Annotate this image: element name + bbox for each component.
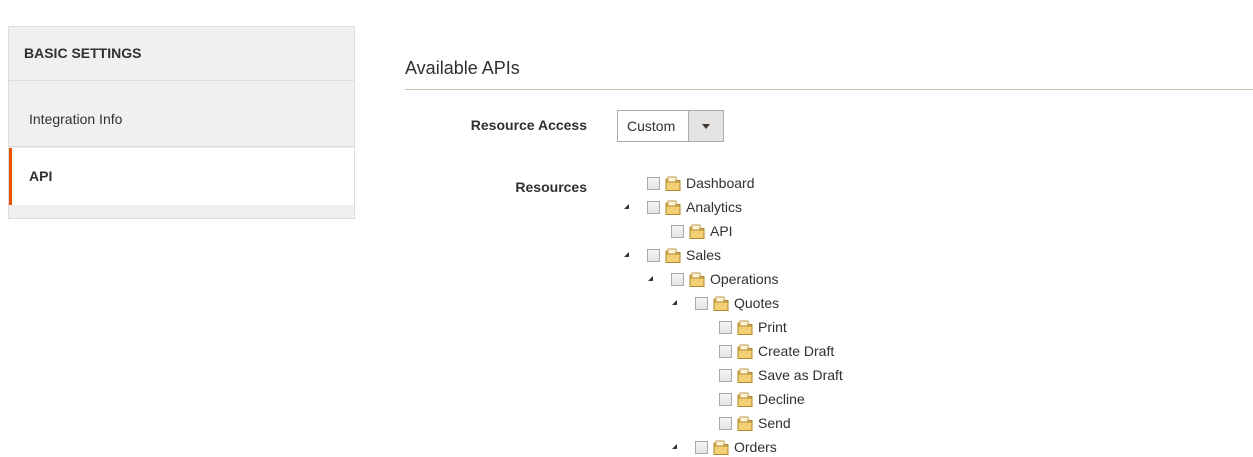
tree-node-analytics[interactable]: Analytics [647, 197, 742, 217]
checkbox[interactable] [719, 320, 732, 334]
tree-node-label: Operations [710, 271, 779, 287]
checkbox[interactable] [647, 200, 660, 214]
folder-icon [689, 224, 705, 239]
tree-node-dashboard[interactable]: Dashboard [647, 173, 755, 193]
checkbox[interactable] [671, 272, 684, 286]
tree-node-decline[interactable]: Decline [719, 389, 805, 409]
sidebar-heading: BASIC SETTINGS [9, 27, 354, 81]
tree-node-quotes[interactable]: Quotes [695, 293, 779, 313]
folder-icon [737, 416, 753, 431]
tree-node-label: Analytics [686, 199, 743, 215]
caret-down-icon [702, 123, 710, 129]
tree-node-label: Sales [686, 247, 722, 263]
folder-icon [713, 440, 729, 455]
collapse-toggle-icon[interactable] [672, 444, 677, 449]
tree-node-label: Print [758, 319, 787, 335]
folder-icon [665, 176, 681, 191]
resource-access-value: Custom [627, 118, 676, 134]
tree-node-label: Decline [758, 391, 805, 407]
checkbox[interactable] [719, 368, 732, 382]
tree-node-api[interactable]: API [671, 221, 733, 241]
collapse-toggle-icon[interactable] [672, 300, 677, 305]
collapse-toggle-icon[interactable] [624, 204, 629, 209]
folder-icon [737, 344, 753, 359]
tree-node-label: Create Draft [758, 343, 835, 359]
folder-icon [689, 272, 705, 287]
tree-node-create-draft[interactable]: Create Draft [719, 341, 834, 361]
checkbox[interactable] [671, 224, 684, 238]
folder-icon [665, 200, 681, 215]
tree-node-save-as-draft[interactable]: Save as Draft [719, 365, 843, 385]
folder-icon [713, 296, 729, 311]
sidebar-item-integration-info[interactable]: Integration Info [9, 81, 354, 147]
folder-icon [665, 248, 681, 263]
tree-node-print[interactable]: Print [719, 317, 787, 337]
tree-node-label: Save as Draft [758, 367, 843, 383]
checkbox[interactable] [719, 392, 732, 406]
tree-node-sales[interactable]: Sales [647, 245, 721, 265]
checkbox[interactable] [695, 440, 708, 454]
settings-sidebar: BASIC SETTINGS Integration Info API [8, 26, 355, 219]
resource-access-label: Resource Access [470, 117, 587, 133]
tree-node-label: API [710, 223, 733, 239]
folder-icon [737, 368, 753, 383]
resource-access-select[interactable]: Custom [617, 110, 724, 142]
tree-node-operations[interactable]: Operations [671, 269, 778, 289]
resources-label: Resources [515, 179, 587, 195]
folder-icon [737, 392, 753, 407]
checkbox[interactable] [647, 248, 660, 262]
dropdown-button[interactable] [688, 111, 723, 141]
section-title: Available APIs [405, 58, 520, 78]
checkbox[interactable] [719, 344, 732, 358]
collapse-toggle-icon[interactable] [648, 276, 653, 281]
tree-node-send[interactable]: Send [719, 413, 791, 433]
section-divider [405, 89, 1253, 90]
tree-node-label: Orders [734, 439, 777, 455]
collapse-toggle-icon[interactable] [624, 252, 629, 257]
tree-node-orders[interactable]: Orders [695, 437, 777, 457]
checkbox[interactable] [719, 416, 732, 430]
checkbox[interactable] [647, 176, 660, 190]
folder-icon [737, 320, 753, 335]
sidebar-item-api[interactable]: API [9, 148, 354, 205]
checkbox[interactable] [695, 296, 708, 310]
tree-node-label: Send [758, 415, 791, 431]
tree-node-label: Quotes [734, 295, 780, 311]
tree-node-label: Dashboard [686, 175, 755, 191]
